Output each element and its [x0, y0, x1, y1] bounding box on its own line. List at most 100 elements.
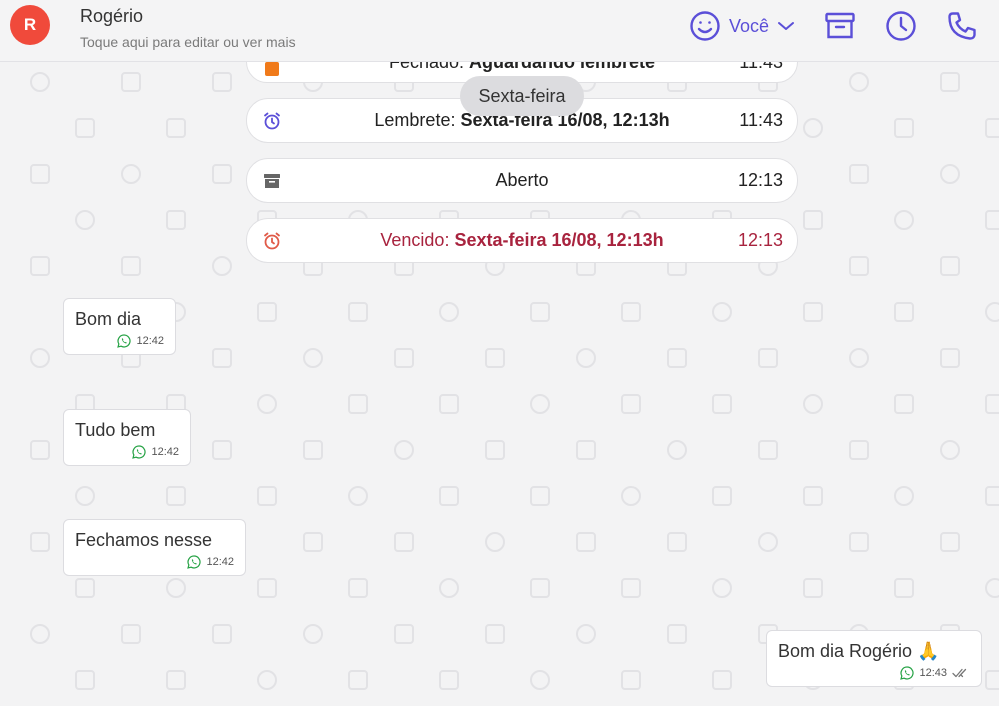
background-doodle-icon	[30, 256, 50, 276]
contact-avatar[interactable]: R	[10, 5, 50, 45]
event-opened-time: 12:13	[737, 170, 783, 190]
archive-icon[interactable]	[825, 12, 855, 40]
background-doodle-icon	[30, 348, 50, 368]
chat-messages-area[interactable]: Fechado: Aguardando lembrete 11:43 Sexta…	[0, 62, 999, 706]
message-text: Bom dia	[75, 309, 142, 329]
date-separator: Sexta-feira	[460, 76, 584, 116]
background-doodle-icon	[166, 486, 186, 506]
background-doodle-icon	[712, 578, 732, 598]
background-doodle-icon	[75, 486, 95, 506]
background-doodle-icon	[621, 486, 641, 506]
background-doodle-icon	[257, 670, 277, 690]
background-doodle-icon	[257, 302, 277, 322]
background-doodle-icon	[303, 348, 323, 368]
background-doodle-icon	[348, 486, 368, 506]
background-doodle-icon	[712, 486, 732, 506]
background-doodle-icon	[303, 440, 323, 460]
message-time: 12:42	[206, 556, 234, 568]
background-doodle-icon	[894, 394, 914, 414]
message-incoming[interactable]: Fechamos nesse 12:42	[63, 519, 246, 576]
message-incoming[interactable]: Bom dia 12:42	[63, 298, 176, 355]
contact-name[interactable]: Rogério	[80, 6, 143, 27]
whatsapp-icon	[900, 666, 915, 680]
event-expired-time: 12:13	[737, 230, 783, 250]
background-doodle-icon	[485, 624, 505, 644]
background-doodle-icon	[439, 486, 459, 506]
event-closed-text: Fechado: Aguardando lembrete	[247, 62, 797, 73]
background-doodle-icon	[530, 670, 550, 690]
background-doodle-icon	[212, 624, 232, 644]
background-doodle-icon	[621, 670, 641, 690]
background-doodle-icon	[303, 532, 323, 552]
whatsapp-icon	[187, 555, 202, 569]
background-doodle-icon	[212, 348, 232, 368]
message-outgoing[interactable]: Bom dia Rogério 🙏 12:43	[766, 630, 982, 687]
background-doodle-icon	[803, 394, 823, 414]
phone-icon[interactable]	[947, 11, 977, 41]
message-text: Tudo bem	[75, 420, 156, 440]
event-closed-time: 11:43	[739, 62, 783, 73]
background-doodle-icon	[75, 118, 95, 138]
background-doodle-icon	[758, 440, 778, 460]
background-doodle-icon	[576, 532, 596, 552]
background-doodle-icon	[940, 164, 960, 184]
background-doodle-icon	[985, 394, 999, 414]
background-doodle-icon	[257, 394, 277, 414]
background-doodle-icon	[576, 624, 596, 644]
smile-icon	[690, 11, 720, 41]
background-doodle-icon	[667, 624, 687, 644]
background-doodle-icon	[803, 210, 823, 230]
background-doodle-icon	[758, 348, 778, 368]
message-incoming[interactable]: Tudo bem 12:42	[63, 409, 191, 466]
background-doodle-icon	[30, 72, 50, 92]
assignee-selector[interactable]: Você	[689, 10, 795, 42]
background-doodle-icon	[530, 394, 550, 414]
background-doodle-icon	[75, 210, 95, 230]
background-doodle-icon	[485, 348, 505, 368]
background-doodle-icon	[394, 624, 414, 644]
background-doodle-icon	[712, 302, 732, 322]
assignee-label: Você	[728, 15, 769, 36]
background-doodle-icon	[485, 440, 505, 460]
background-doodle-icon	[303, 624, 323, 644]
background-doodle-icon	[166, 118, 186, 138]
background-doodle-icon	[439, 394, 459, 414]
background-doodle-icon	[30, 624, 50, 644]
background-doodle-icon	[940, 256, 960, 276]
background-doodle-icon	[439, 670, 459, 690]
background-doodle-icon	[894, 486, 914, 506]
chat-header[interactable]: R Rogério Toque aqui para editar ou ver …	[0, 0, 999, 62]
background-doodle-icon	[75, 670, 95, 690]
background-doodle-icon	[849, 348, 869, 368]
background-doodle-icon	[940, 440, 960, 460]
background-doodle-icon	[894, 210, 914, 230]
alarm-expired-icon	[263, 232, 281, 250]
background-doodle-icon	[121, 164, 141, 184]
background-doodle-icon	[940, 532, 960, 552]
background-doodle-icon	[940, 72, 960, 92]
background-doodle-icon	[803, 486, 823, 506]
background-doodle-icon	[894, 118, 914, 138]
contact-subtitle[interactable]: Toque aqui para editar ou ver mais	[80, 34, 296, 50]
event-reminder-time: 11:43	[739, 110, 783, 130]
background-doodle-icon	[439, 578, 459, 598]
message-text: Bom dia Rogério 🙏	[778, 641, 940, 661]
background-doodle-icon	[212, 164, 232, 184]
background-doodle-icon	[530, 302, 550, 322]
background-doodle-icon	[985, 118, 999, 138]
background-doodle-icon	[530, 486, 550, 506]
background-doodle-icon	[985, 670, 999, 690]
background-doodle-icon	[166, 670, 186, 690]
closed-status-icon	[263, 62, 281, 80]
whatsapp-icon	[132, 445, 147, 459]
background-doodle-icon	[30, 532, 50, 552]
background-doodle-icon	[121, 624, 141, 644]
background-doodle-icon	[712, 670, 732, 690]
background-doodle-icon	[667, 532, 687, 552]
message-text: Fechamos nesse	[75, 530, 213, 550]
clock-icon[interactable]	[885, 10, 917, 42]
inbox-icon	[263, 172, 281, 190]
background-doodle-icon	[894, 578, 914, 598]
background-doodle-icon	[394, 348, 414, 368]
event-expired-text: Vencido: Sexta-feira 16/08, 12:13h	[380, 230, 664, 250]
